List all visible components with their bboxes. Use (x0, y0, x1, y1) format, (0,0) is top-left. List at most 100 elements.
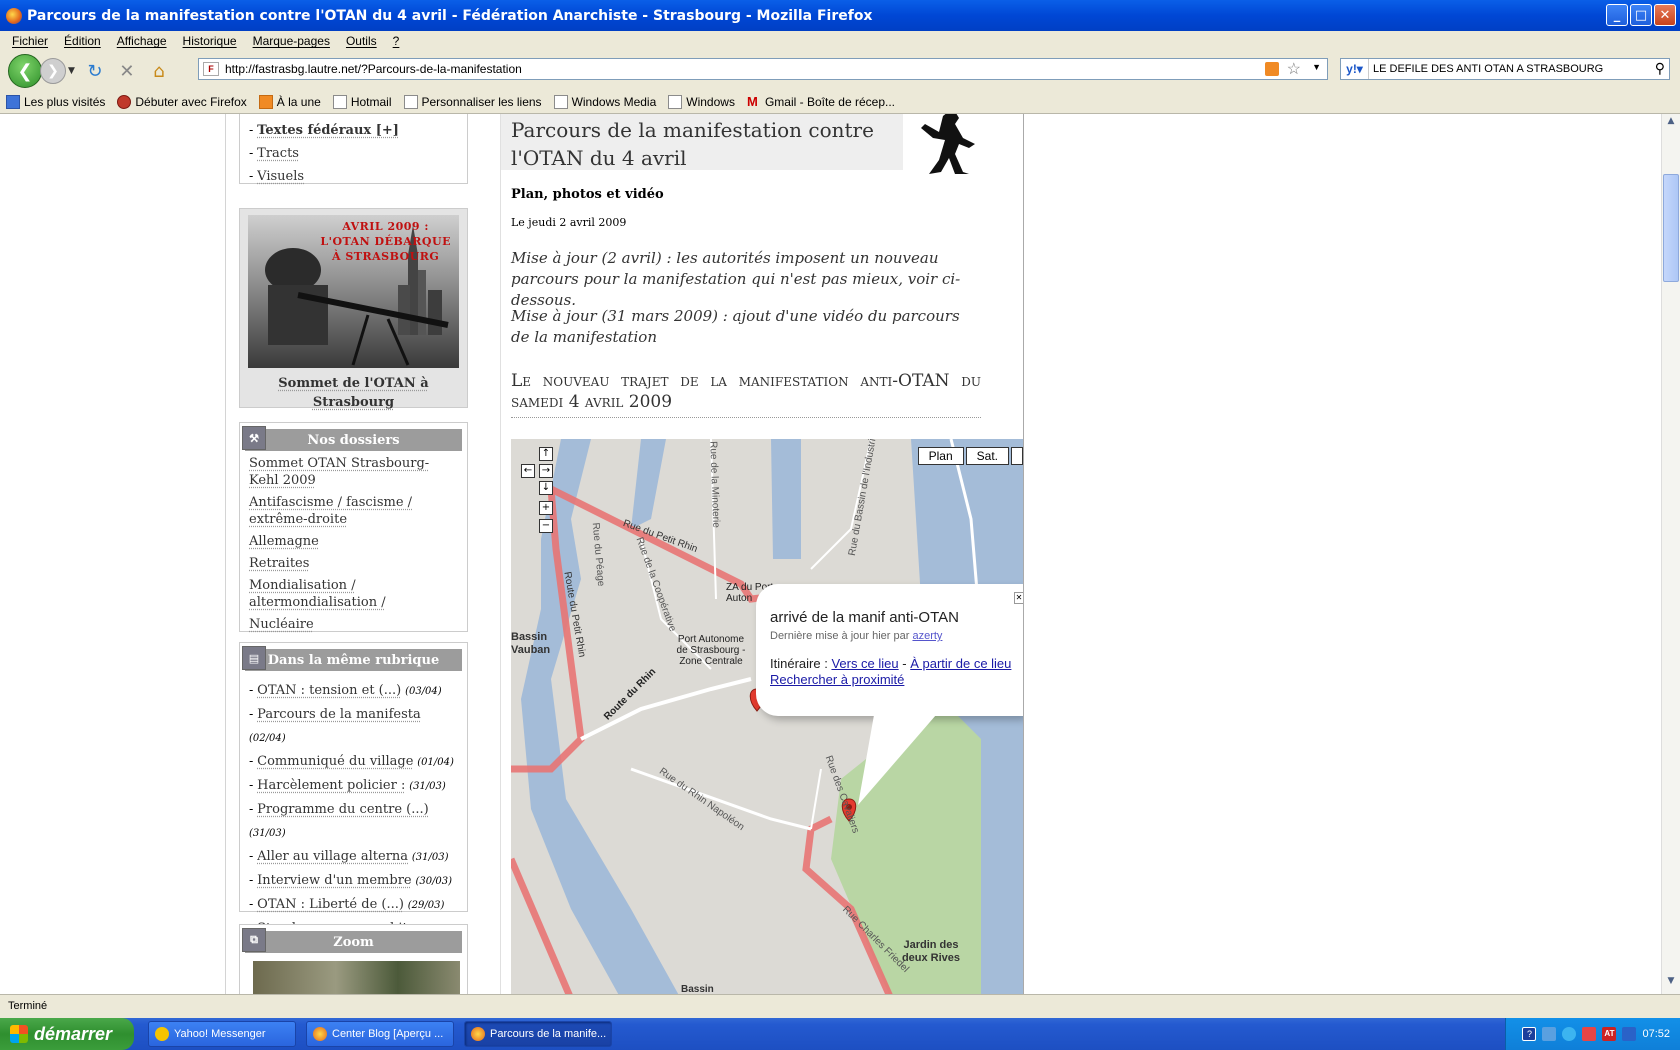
popup-user-link[interactable]: azerty (912, 630, 942, 642)
banner-line-1: AVRIL 2009 : (342, 220, 429, 233)
task-center-blog[interactable]: Center Blog [Aperçu ... (306, 1021, 454, 1047)
clock: 07:52 (1642, 1028, 1670, 1040)
nato-banner-image[interactable]: AVRIL 2009 : L'OTAN DÉBARQUE À STRASBOUR… (248, 215, 459, 368)
rubrique-link[interactable]: OTAN : tension et (...) (257, 683, 401, 698)
vertical-scrollbar[interactable]: ▲ ▼ (1661, 114, 1680, 994)
minimize-button[interactable]: _ (1606, 4, 1628, 26)
url-bar[interactable]: F http://fastrasbg.lautre.net/?Parcours-… (198, 58, 1328, 80)
scrollbar-thumb[interactable] (1663, 174, 1679, 282)
stop-icon[interactable]: ✕ (114, 58, 140, 84)
search-bar[interactable]: y!▾ LE DEFILE DES ANTI OTAN A STRASBOURG… (1340, 58, 1670, 80)
bookmark-label: Gmail - Boîte de récep... (764, 95, 896, 109)
popup-from-here-link[interactable]: À partir de ce lieu (910, 656, 1011, 671)
title-bar: Parcours de la manifestation contre l'OT… (0, 0, 1680, 31)
popup-to-here-link[interactable]: Vers ce lieu (831, 656, 898, 671)
home-icon[interactable]: ⌂ (146, 58, 172, 84)
map-type-more-button[interactable] (1011, 447, 1023, 465)
menu-marque-pages[interactable]: Marque-pages (245, 34, 338, 48)
rubrique-link[interactable]: Communiqué du village (257, 754, 413, 769)
dossier-link[interactable]: Sommet OTAN Strasbourg-Kehl 2009 (249, 456, 429, 488)
bookmark-hotmail[interactable]: Hotmail (332, 95, 392, 109)
rubrique-heading: ▤ Dans la même rubrique (242, 646, 462, 671)
search-text[interactable]: LE DEFILE DES ANTI OTAN A STRASBOURG (1369, 63, 1603, 75)
dossiers-title: Nos dossiers (307, 432, 400, 448)
url-dropdown-icon[interactable]: ▼ (1312, 62, 1321, 72)
banner-caption-link[interactable]: Sommet de l'OTAN à Strasbourg (278, 376, 428, 410)
rubrique-link[interactable]: OTAN : Liberté de (...) (257, 897, 404, 912)
bookmark-windows[interactable]: Windows (668, 95, 735, 109)
scroll-up-icon[interactable]: ▲ (1663, 116, 1679, 132)
dossier-link[interactable]: Antifascisme / fascisme / extrême-droite (249, 495, 412, 527)
menu-outils[interactable]: Outils (338, 34, 385, 48)
bookmark-label: Hotmail (350, 95, 392, 109)
rss-icon[interactable] (1265, 62, 1279, 76)
volume-tray-icon[interactable] (1622, 1027, 1637, 1041)
bookmark-gmail[interactable]: M Gmail - Boîte de récep... (747, 95, 896, 110)
rubrique-link[interactable]: Aller au village alterna (257, 849, 408, 864)
menu-historique[interactable]: Historique (175, 34, 245, 48)
article-title: Parcours de la manifestation contre l'OT… (501, 114, 903, 170)
rubrique-link[interactable]: Parcours de la manifesta (257, 707, 421, 722)
rubrique-date: (29/03) (407, 900, 445, 911)
search-engine-icon[interactable]: y!▾ (1341, 59, 1369, 79)
history-dropdown-icon[interactable]: ▼ (68, 66, 75, 76)
zoom-image[interactable] (253, 961, 460, 994)
dossiers-box: ⚒ Nos dossiers Sommet OTAN Strasbourg-Keh… (239, 422, 468, 632)
maximize-button[interactable]: □ (1630, 4, 1652, 26)
bookmark-a-la-une[interactable]: À la une (258, 95, 321, 109)
rubrique-date: (31/03) (409, 781, 446, 792)
rubrique-item: - OTAN : Liberté de (...) (29/03) (249, 897, 445, 912)
rubrique-link[interactable]: Interview d'un membre (257, 873, 411, 888)
reload-icon[interactable]: ↻ (82, 58, 108, 84)
dossier-link[interactable]: Mondialisation / altermondialisation / (249, 578, 386, 610)
bookmark-most-visited[interactable]: Les plus visités (6, 95, 105, 109)
antivirus-tray-icon[interactable]: AT (1602, 1027, 1617, 1041)
menu-fichier[interactable]: Fichier (4, 34, 56, 48)
zoom-out-button[interactable]: − (539, 519, 553, 533)
map-type-plan-button[interactable]: Plan (917, 447, 964, 465)
url-text[interactable]: http://fastrasbg.lautre.net/?Parcours-de… (225, 62, 522, 76)
pan-right-button[interactable]: → (539, 464, 553, 478)
task-yahoo-messenger[interactable]: Yahoo! Messenger (148, 1021, 296, 1047)
zoom-box: ⧉ Zoom (239, 924, 468, 994)
rubrique-link[interactable]: Harcèlement policier : (257, 778, 405, 793)
pan-down-button[interactable]: ↓ (539, 481, 553, 495)
menu-help[interactable]: ? (385, 34, 408, 48)
google-map[interactable]: ↑ ← → ↓ + − Plan Sat. Rue du Petit Rhin … (511, 439, 1023, 994)
popup-nearby-link[interactable]: Rechercher à proximité (770, 672, 904, 687)
sidebar-link-tracts[interactable]: Tracts (257, 146, 299, 161)
update-tray-icon[interactable] (1562, 1027, 1577, 1041)
dossier-link[interactable]: Allemagne (249, 534, 319, 549)
security-tray-icon[interactable] (1582, 1027, 1597, 1041)
back-button[interactable]: ❮ (8, 54, 42, 88)
rubrique-box: ▤ Dans la même rubrique - OTAN : tension … (239, 642, 468, 983)
bookmark-customize-links[interactable]: Personnaliser les liens (403, 95, 542, 109)
network-tray-icon[interactable] (1542, 1027, 1557, 1041)
zoom-in-button[interactable]: + (539, 501, 553, 515)
task-parcours[interactable]: Parcours de la manife... (464, 1021, 612, 1047)
popup-close-icon[interactable]: ✕ (1014, 592, 1023, 604)
bookmark-star-icon[interactable]: ☆ (1287, 59, 1301, 79)
bookmark-getting-started[interactable]: Débuter avec Firefox (117, 95, 247, 109)
pan-left-button[interactable]: ← (521, 464, 535, 478)
dossier-link[interactable]: Retraites (249, 556, 309, 571)
banner-line-2: L'OTAN DÉBARQUE (320, 235, 451, 248)
help-tray-icon[interactable]: ? (1522, 1027, 1537, 1041)
search-icon[interactable]: ⚲ (1655, 60, 1665, 77)
menu-edition[interactable]: Édition (56, 34, 109, 48)
menu-affichage[interactable]: Affichage (109, 34, 175, 48)
rubrique-link[interactable]: Programme du centre (...) (257, 802, 429, 817)
pan-up-button[interactable]: ↑ (539, 447, 553, 461)
map-type-sat-button[interactable]: Sat. (965, 447, 1009, 465)
bookmark-windows-media[interactable]: Windows Media (553, 95, 656, 109)
rubrique-date: (01/04) (417, 757, 454, 768)
status-text: Terminé (8, 999, 48, 1012)
sidebar-link-visuels[interactable]: Visuels (257, 169, 304, 184)
rubrique-icon: ▤ (242, 646, 266, 670)
start-button[interactable]: démarrer (0, 1018, 134, 1050)
forward-button[interactable]: ❯ (40, 58, 66, 84)
sidebar-link-textes[interactable]: Textes fédéraux [+] (257, 123, 399, 138)
dossier-link[interactable]: Nucléaire (249, 617, 314, 632)
close-button[interactable]: ✕ (1654, 4, 1676, 26)
scroll-down-icon[interactable]: ▼ (1663, 976, 1679, 992)
